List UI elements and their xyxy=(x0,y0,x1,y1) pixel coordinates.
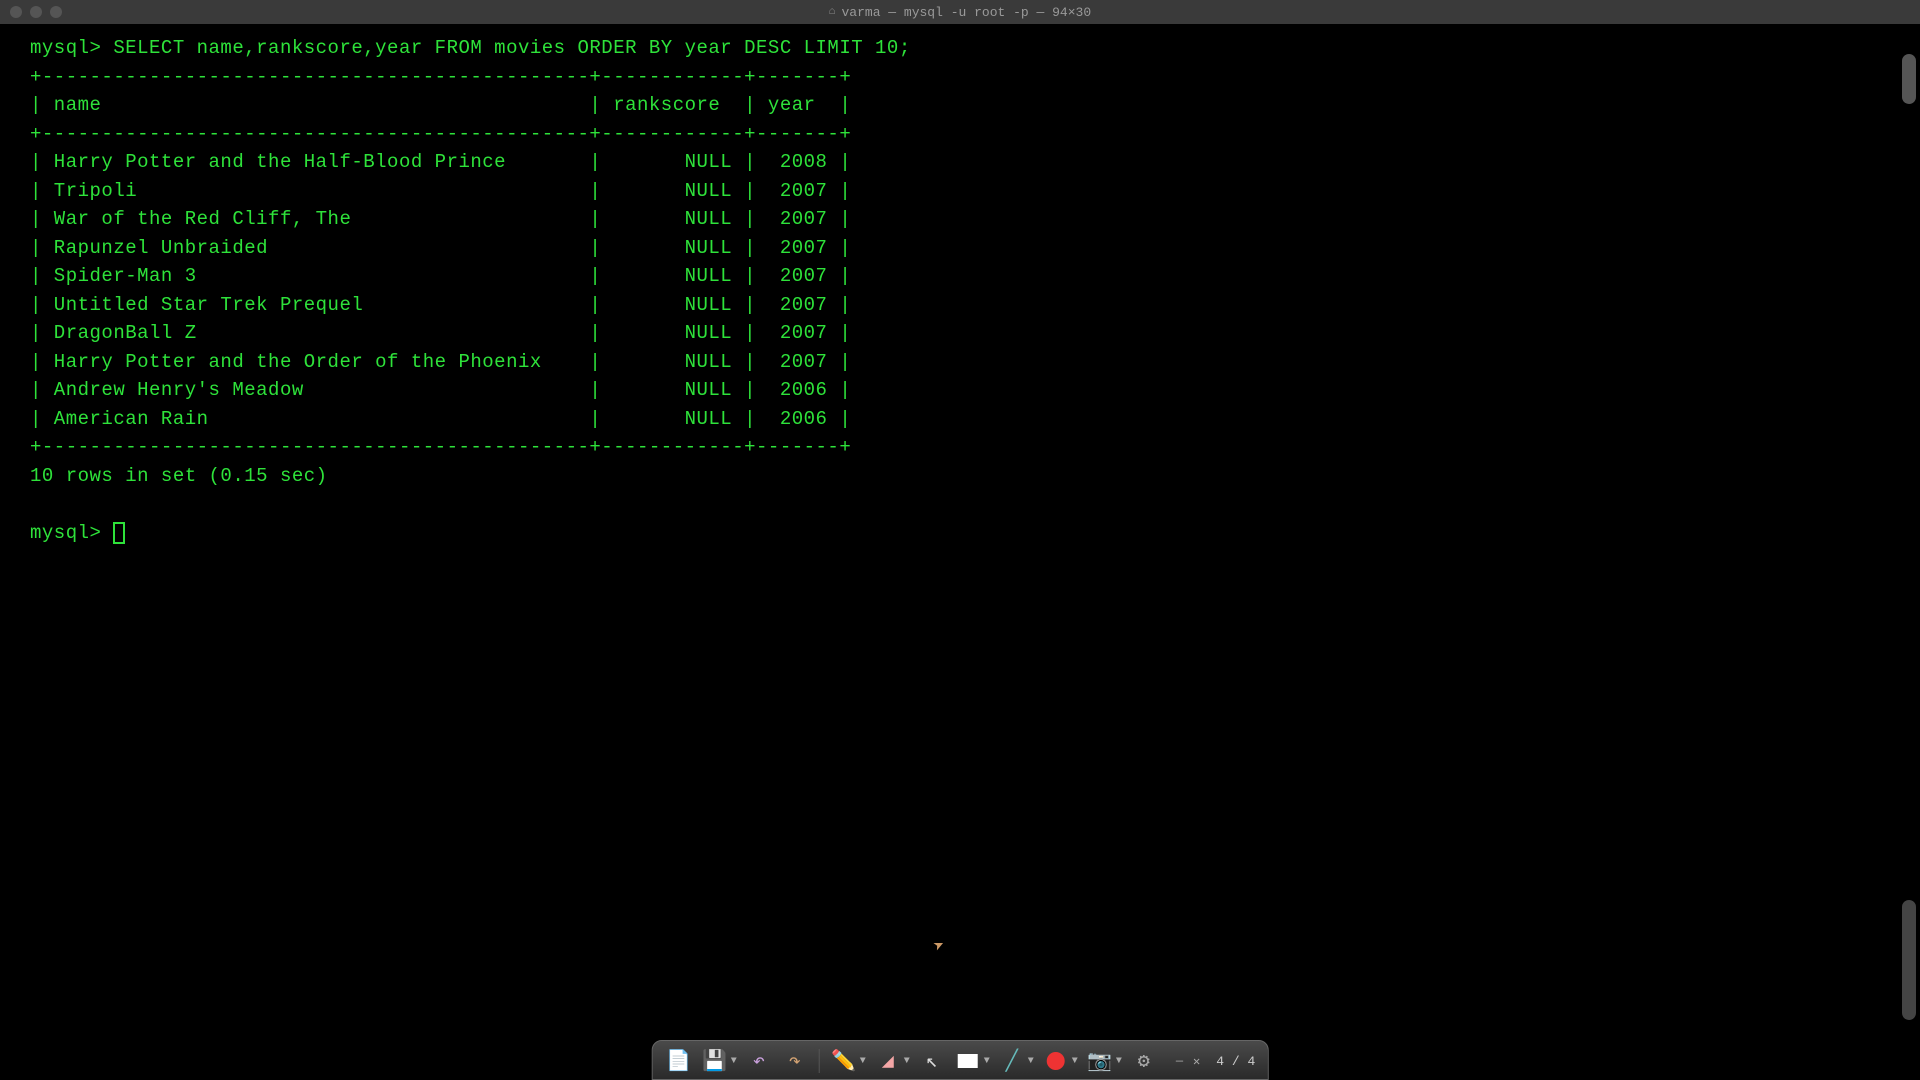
new-icon: 📄 xyxy=(665,1047,693,1075)
tool-pencil[interactable]: ✏️ ▼ xyxy=(830,1047,866,1075)
page-counter: 4 / 4 xyxy=(1216,1054,1255,1069)
undo-icon: ↶ xyxy=(745,1047,773,1075)
window-title: ⌂ varma — mysql -u root -p — 94×30 xyxy=(829,5,1091,20)
save-icon: 💾 xyxy=(701,1047,729,1075)
chevron-down-icon[interactable]: ▼ xyxy=(731,1056,737,1067)
gear-icon: ⚙ xyxy=(1130,1047,1158,1075)
mouse-cursor-icon: ➤ xyxy=(930,933,952,962)
chevron-down-icon[interactable]: ▼ xyxy=(1116,1056,1122,1067)
chevron-down-icon[interactable]: ▼ xyxy=(1072,1056,1078,1067)
tool-undo[interactable]: ↶ xyxy=(745,1047,773,1075)
tool-rect[interactable]: ▼ xyxy=(954,1047,990,1075)
chevron-down-icon[interactable]: ▼ xyxy=(904,1056,910,1067)
close-toolbar[interactable]: ✕ xyxy=(1193,1054,1200,1069)
annotation-toolbar: 📄 💾 ▼ ↶ ↷ ✏️ ▼ ◢ ▼ ↖ ▼ ╱ ▼ ▼ 📷 ▼ ⚙ — ✕ xyxy=(652,1040,1269,1080)
tool-eraser[interactable]: ◢ ▼ xyxy=(874,1047,910,1075)
close-button[interactable] xyxy=(10,6,22,18)
tool-line[interactable]: ╱ ▼ xyxy=(998,1047,1034,1075)
terminal-area[interactable]: mysql> SELECT name,rankscore,year FROM m… xyxy=(0,24,1920,1080)
title-text: varma — mysql -u root -p — 94×30 xyxy=(841,5,1091,20)
terminal-output: mysql> SELECT name,rankscore,year FROM m… xyxy=(30,34,1890,547)
eraser-icon: ◢ xyxy=(874,1047,902,1075)
terminal-cursor xyxy=(113,522,125,544)
scrollbar-thumb-lower[interactable] xyxy=(1902,900,1916,1020)
tool-camera[interactable]: 📷 ▼ xyxy=(1086,1047,1122,1075)
minimize-button[interactable] xyxy=(30,6,42,18)
camera-icon: 📷 xyxy=(1086,1047,1114,1075)
pointer-icon: ↖ xyxy=(918,1047,946,1075)
chevron-down-icon[interactable]: ▼ xyxy=(984,1056,990,1067)
tool-save[interactable]: 💾 ▼ xyxy=(701,1047,737,1075)
chevron-down-icon[interactable]: ▼ xyxy=(1028,1056,1034,1067)
tool-settings[interactable]: ⚙ xyxy=(1130,1047,1158,1075)
rect-icon xyxy=(954,1047,982,1075)
minimize-toolbar[interactable]: — xyxy=(1176,1054,1183,1069)
line-icon: ╱ xyxy=(998,1047,1026,1075)
home-icon: ⌂ xyxy=(829,6,836,18)
tool-redo[interactable]: ↷ xyxy=(781,1047,809,1075)
scrollbar-thumb[interactable] xyxy=(1902,54,1916,104)
tool-record[interactable]: ▼ xyxy=(1042,1047,1078,1075)
redo-icon: ↷ xyxy=(781,1047,809,1075)
maximize-button[interactable] xyxy=(50,6,62,18)
record-icon xyxy=(1042,1047,1070,1075)
window-titlebar: ⌂ varma — mysql -u root -p — 94×30 xyxy=(0,0,1920,24)
chevron-down-icon[interactable]: ▼ xyxy=(860,1056,866,1067)
tool-pointer[interactable]: ↖ xyxy=(918,1047,946,1075)
traffic-lights xyxy=(10,6,62,18)
separator xyxy=(819,1049,820,1073)
pencil-icon: ✏️ xyxy=(830,1047,858,1075)
tool-new[interactable]: 📄 xyxy=(665,1047,693,1075)
